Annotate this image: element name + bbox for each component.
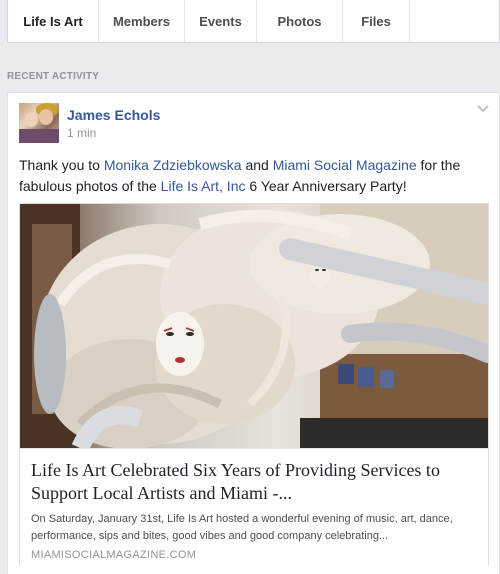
link-preview-image[interactable] (20, 204, 488, 448)
post-author-name[interactable]: James Echols (67, 107, 160, 123)
chevron-down-icon[interactable] (477, 104, 489, 114)
link-preview-title[interactable]: Life Is Art Celebrated Six Years of Prov… (31, 459, 481, 505)
link-preview-body[interactable]: Life Is Art Celebrated Six Years of Prov… (20, 448, 488, 566)
mention-link-life-is-art[interactable]: Life Is Art, Inc (161, 178, 246, 194)
avatar[interactable] (19, 103, 59, 143)
mention-link-monika[interactable]: Monika Zdziebkowska (104, 157, 242, 173)
post-timestamp[interactable]: 1 min (67, 126, 96, 140)
tab-events[interactable]: Events (185, 0, 257, 42)
tab-group-name[interactable]: Life Is Art (8, 0, 99, 42)
link-preview[interactable]: Life Is Art Celebrated Six Years of Prov… (19, 203, 489, 566)
link-preview-domain: MIAMISOCIALMAGAZINE.COM (31, 549, 197, 561)
mention-link-miami-social-magazine[interactable]: Miami Social Magazine (273, 157, 417, 173)
section-label-recent-activity: RECENT ACTIVITY (7, 71, 100, 82)
tab-files[interactable]: Files (343, 0, 410, 42)
link-preview-description: On Saturday, January 31st, Life Is Art h… (31, 513, 453, 542)
group-tab-bar: Life Is Art Members Events Photos Files (7, 0, 500, 43)
post-text-part: and (241, 157, 273, 173)
post-text-part: 6 Year Anniversary Party! (245, 178, 407, 194)
post-text-part: Thank you to (19, 157, 104, 173)
post-card: James Echols 1 min Thank you to Monika Z… (7, 92, 500, 574)
tab-photos[interactable]: Photos (257, 0, 343, 42)
tab-members[interactable]: Members (99, 0, 185, 42)
post-message: Thank you to Monika Zdziebkowska and Mia… (19, 155, 489, 197)
